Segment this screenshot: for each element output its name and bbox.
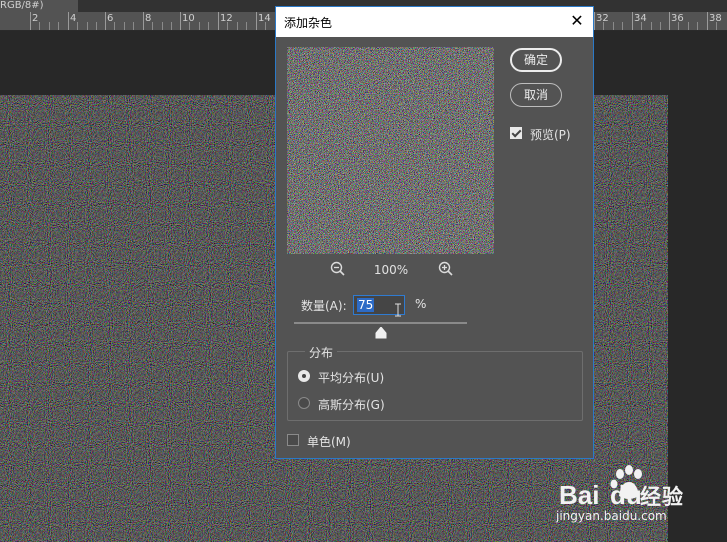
text-cursor-icon [394, 302, 402, 317]
ruler-minor-tick [603, 22, 604, 30]
ruler-tick [180, 12, 181, 30]
ruler-minor-tick [651, 22, 652, 30]
distribution-legend: 分布 [305, 344, 338, 361]
ruler-minor-tick [697, 22, 698, 30]
ruler-tick [68, 12, 69, 30]
ruler-minor-tick [688, 22, 689, 30]
zoom-in-icon[interactable] [437, 260, 455, 278]
ruler-label: 2 [32, 13, 39, 24]
ruler-minor-tick [96, 22, 97, 30]
preview-label: 预览(P) [530, 128, 571, 142]
ruler-tick [143, 12, 144, 30]
amount-label: 数量(A): [301, 299, 347, 313]
radio-uniform-label: 平均分布(U) [318, 371, 385, 385]
preview-noise-image [287, 47, 494, 254]
close-icon[interactable]: ✕ [567, 11, 587, 31]
zoom-out-icon[interactable] [329, 260, 347, 278]
ruler-minor-tick [189, 22, 190, 30]
ruler-minor-tick [716, 22, 717, 30]
dialog-titlebar[interactable]: 添加杂色 ✕ [276, 7, 593, 37]
ruler-tick [669, 12, 670, 30]
amount-value: 75 [357, 298, 375, 312]
ruler-label: 6 [107, 13, 114, 24]
radio-button[interactable] [298, 370, 310, 382]
ruler-minor-tick [678, 22, 679, 30]
filter-preview[interactable] [287, 47, 494, 254]
ruler-minor-tick [133, 22, 134, 30]
ruler-minor-tick [265, 22, 266, 30]
ruler-minor-tick [660, 22, 661, 30]
ruler-minor-tick [58, 22, 59, 30]
amount-slider-thumb[interactable] [375, 324, 387, 339]
ruler-tick [594, 12, 595, 30]
ruler-tick [105, 12, 106, 30]
watermark-text: 经验 [640, 485, 684, 509]
ruler-minor-tick [237, 22, 238, 30]
radio-gaussian-label: 高斯分布(G) [318, 398, 385, 412]
ruler-minor-tick [87, 22, 88, 30]
ruler-label: 4 [70, 13, 77, 24]
document-tab[interactable]: RGB/8#) [0, 0, 78, 12]
ruler-minor-tick [162, 22, 163, 30]
radio-button[interactable] [298, 397, 310, 409]
ruler-minor-tick [114, 22, 115, 30]
ruler-minor-tick [152, 22, 153, 30]
ruler-minor-tick [124, 22, 125, 30]
ruler-minor-tick [622, 22, 623, 30]
ruler-tick [30, 12, 31, 30]
ok-button[interactable]: 确定 [510, 48, 562, 72]
ruler-tick [632, 12, 633, 30]
ruler-minor-tick [227, 22, 228, 30]
ruler-minor-tick [641, 22, 642, 30]
preview-zoom-controls: 100% [287, 260, 494, 280]
add-noise-dialog: 添加杂色 ✕ 100% 数量(A): 75 % 分布 平均分布(U) 高斯分布(… [275, 6, 594, 459]
ruler-minor-tick [199, 22, 200, 30]
ruler-minor-tick [208, 22, 209, 30]
ruler-tick [218, 12, 219, 30]
ruler-minor-tick [246, 22, 247, 30]
ruler-minor-tick [613, 22, 614, 30]
monochromatic-checkbox[interactable] [287, 434, 299, 446]
cancel-button[interactable]: 取消 [510, 83, 562, 107]
ruler-minor-tick [77, 22, 78, 30]
amount-unit: % [415, 297, 427, 311]
ruler-tick [256, 12, 257, 30]
monochromatic-label: 单色(M) [307, 435, 351, 449]
ruler-minor-tick [39, 22, 40, 30]
ruler-minor-tick [49, 22, 50, 30]
ruler-label: 8 [145, 13, 152, 24]
ruler-minor-tick [171, 22, 172, 30]
watermark-url: jingyan.baidu.com [556, 509, 667, 523]
ruler-tick [707, 12, 708, 30]
zoom-level: 100% [373, 263, 409, 277]
dialog-title: 添加杂色 [284, 16, 333, 30]
svg-text:Bai: Bai [559, 480, 599, 510]
preview-checkbox[interactable] [510, 127, 522, 139]
svg-text:du: du [610, 480, 642, 510]
